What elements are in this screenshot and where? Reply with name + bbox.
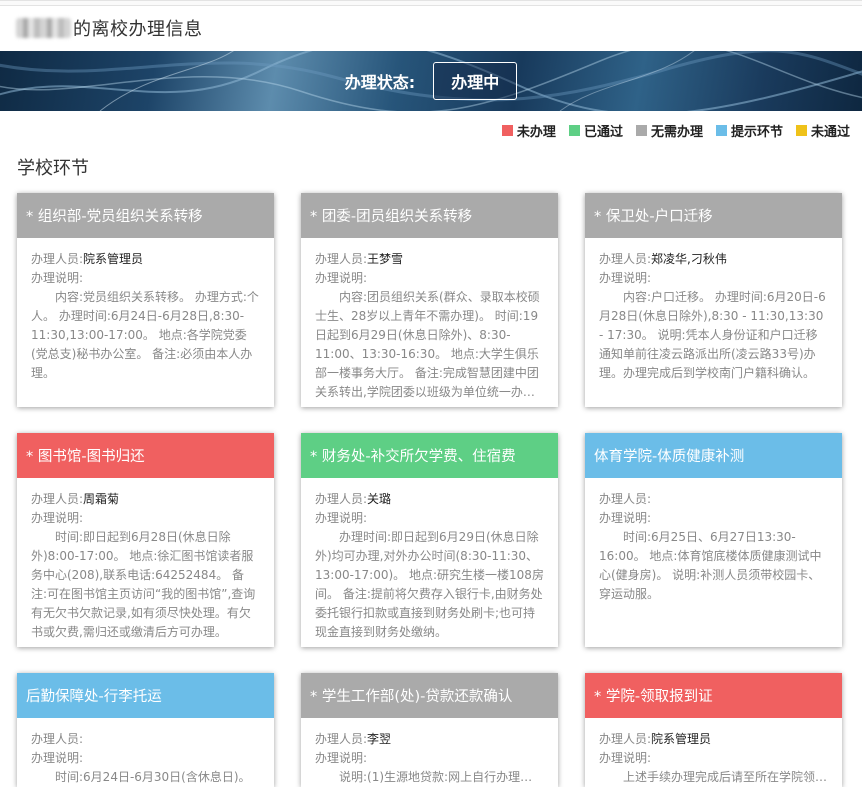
card-body: 办理人员:周霜菊 办理说明: 时间:即日起到6月28日(休息日除外)8:00-1… [17, 478, 274, 647]
card-luggage-shipping[interactable]: 后勤保障处-行李托运 办理人员: 办理说明: 时间:6月24日-6月30日(含休… [17, 673, 274, 787]
person-value: 李翌 [367, 732, 392, 746]
person-row: 办理人员:周霜菊 [31, 492, 120, 506]
legend-item: 无需办理 [635, 121, 703, 140]
legend-label: 已通过 [583, 125, 623, 140]
desc-label: 办理说明: [31, 751, 84, 765]
desc-text: 说明:(1)生源地贷款:网上自行办理还款确认手续。 [339, 770, 533, 784]
card-header: 后勤保障处-行李托运 [17, 673, 274, 718]
card-body: 办理人员: 办理说明: 时间:6月25日、6月27日13:30-16:00。 地… [585, 478, 842, 612]
page-header: 的离校办理信息 [16, 14, 203, 42]
card-header: * 财务处-补交所欠学费、住宿费 [301, 433, 558, 478]
person-row: 办理人员:院系管理员 [599, 732, 712, 746]
card-header: * 团委-团员组织关系转移 [301, 193, 558, 238]
desc-label: 办理说明: [315, 271, 368, 285]
person-value: 关璐 [367, 492, 392, 506]
person-value: 王梦雪 [367, 252, 404, 266]
person-row: 办理人员:王梦雪 [315, 252, 404, 266]
legend-swatch [635, 125, 647, 136]
card-body: 办理人员:李翌 办理说明: 说明:(1)生源地贷款:网上自行办理还款确认手续。 [301, 718, 558, 787]
desc-text: 内容:户口迁移。 办理时间:6月20日-6月28日(休息日除外),8:30 - … [599, 290, 826, 380]
card-registration-certificate[interactable]: * 学院-领取报到证 办理人员:院系管理员 办理说明: 上述手续办理完成后请至所… [585, 673, 842, 787]
person-row: 办理人员: [599, 492, 652, 506]
legend-item: 未通过 [795, 121, 850, 140]
card-header: * 组织部-党员组织关系转移 [17, 193, 274, 238]
legend-label: 提示环节 [730, 125, 783, 140]
status-label: 办理状态: [344, 73, 416, 92]
card-library-return[interactable]: * 图书馆-图书归还 办理人员:周霜菊 办理说明: 时间:即日起到6月28日(休… [17, 433, 274, 647]
desc-label: 办理说明: [599, 511, 652, 525]
desc-label: 办理说明: [31, 271, 84, 285]
legend-swatch [795, 125, 807, 136]
desc-text: 内容:团员组织关系(群众、录取本校硕士生、28岁以上青年不需办理)。 时间:19… [315, 290, 540, 399]
person-row: 办理人员:郑凌华,刁秋伟 [599, 252, 727, 266]
card-body: 办理人员:郑凌华,刁秋伟 办理说明: 内容:户口迁移。 办理时间:6月20日-6… [585, 238, 842, 391]
desc-label: 办理说明: [315, 751, 368, 765]
person-value: 郑凌华,刁秋伟 [651, 252, 727, 266]
card-body: 办理人员:王梦雪 办理说明: 内容:团员组织关系(群众、录取本校硕士生、28岁以… [301, 238, 558, 407]
legend-item: 已通过 [568, 121, 623, 140]
card-finance-fees[interactable]: * 财务处-补交所欠学费、住宿费 办理人员:关璐 办理说明: 办理时间:即日起到… [301, 433, 558, 647]
legend-swatch [501, 125, 513, 136]
legend-label: 无需办理 [650, 125, 703, 140]
card-household-migration[interactable]: * 保卫处-户口迁移 办理人员:郑凌华,刁秋伟 办理说明: 内容:户口迁移。 办… [585, 193, 842, 407]
status-row: 办理状态: 办理中 [0, 51, 862, 111]
redacted-student-name [16, 18, 71, 38]
desc-text: 时间:即日起到6月28日(休息日除外)8:00-17:00。 地点:徐汇图书馆读… [31, 530, 256, 639]
desc-text: 办理时间:即日起到6月29日(休息日除外)均可办理,对外办公时间(8:30-11… [315, 530, 544, 639]
desc-text: 内容:党员组织关系转移。 办理方式:个人。 办理时间:6月24日-6月28日,8… [31, 290, 259, 380]
status-banner: 办理状态: 办理中 [0, 51, 862, 111]
legend-item: 提示环节 [715, 121, 783, 140]
desc-text: 时间:6月25日、6月27日13:30-16:00。 地点:体育馆底楼体质健康测… [599, 530, 822, 601]
person-value: 院系管理员 [83, 252, 144, 266]
desc-label: 办理说明: [31, 511, 84, 525]
page-title: 的离校办理信息 [73, 19, 203, 40]
person-value: 周霜菊 [83, 492, 120, 506]
card-header: * 图书馆-图书归还 [17, 433, 274, 478]
desc-label: 办理说明: [599, 751, 652, 765]
legend-swatch [568, 125, 580, 136]
person-value: 院系管理员 [651, 732, 712, 746]
legend-label: 未办理 [516, 125, 556, 140]
card-header: * 学生工作部(处)-贷款还款确认 [301, 673, 558, 718]
person-row: 办理人员: [31, 732, 84, 746]
card-body: 办理人员:院系管理员 办理说明: 内容:党员组织关系转移。 办理方式:个人。 办… [17, 238, 274, 391]
desc-text: 时间:6月24日-6月30日(含休息日)。 [55, 770, 251, 784]
desc-text: 上述手续办理完成后请至所在学院领取报到证。 [623, 770, 828, 784]
person-row: 办理人员:关璐 [315, 492, 392, 506]
card-header: * 保卫处-户口迁移 [585, 193, 842, 238]
card-header: * 学院-领取报到证 [585, 673, 842, 718]
legend-swatch [715, 125, 727, 136]
card-body: 办理人员:院系管理员 办理说明: 上述手续办理完成后请至所在学院领取报到证。 [585, 718, 842, 787]
card-body: 办理人员:关璐 办理说明: 办理时间:即日起到6月29日(休息日除外)均可办理,… [301, 478, 558, 647]
legend-item: 未办理 [501, 121, 556, 140]
status-badge: 办理中 [433, 62, 518, 100]
desc-label: 办理说明: [599, 271, 652, 285]
card-header: 体育学院-体质健康补测 [585, 433, 842, 478]
card-physical-test[interactable]: 体育学院-体质健康补测 办理人员: 办理说明: 时间:6月25日、6月27日13… [585, 433, 842, 647]
status-legend: 未办理 已通过 无需办理 提示环节 未通过 [501, 121, 850, 140]
desc-label: 办理说明: [315, 511, 368, 525]
person-row: 办理人员:李翌 [315, 732, 392, 746]
card-loan-confirmation[interactable]: * 学生工作部(处)-贷款还款确认 办理人员:李翌 办理说明: 说明:(1)生源… [301, 673, 558, 787]
section-title: 学校环节 [17, 158, 89, 179]
card-league-transfer[interactable]: * 团委-团员组织关系转移 办理人员:王梦雪 办理说明: 内容:团员组织关系(群… [301, 193, 558, 407]
person-row: 办理人员:院系管理员 [31, 252, 144, 266]
top-divider [0, 0, 862, 6]
card-organization-transfer[interactable]: * 组织部-党员组织关系转移 办理人员:院系管理员 办理说明: 内容:党员组织关… [17, 193, 274, 407]
card-body: 办理人员: 办理说明: 时间:6月24日-6月30日(含休息日)。 [17, 718, 274, 787]
legend-label: 未通过 [810, 125, 850, 140]
